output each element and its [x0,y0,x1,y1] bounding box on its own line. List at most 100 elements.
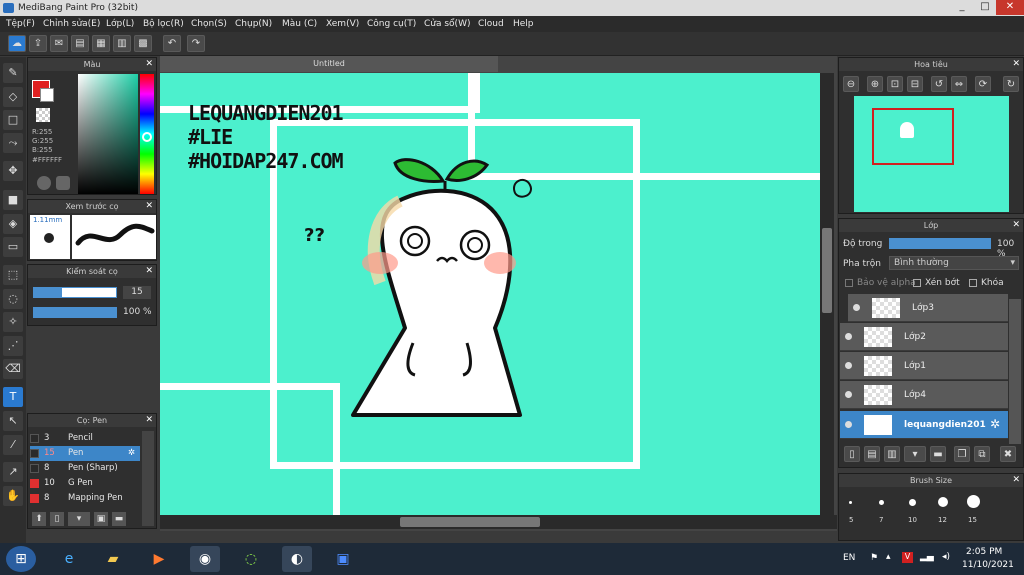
brush-folder-icon[interactable]: ▬ [112,512,126,526]
rectangle-tool-icon[interactable]: □ [3,110,23,130]
start-button-icon[interactable]: ⊞ [6,546,36,572]
size-dot-5[interactable] [849,501,852,504]
reset-rotation-icon[interactable]: ⟳ [975,76,991,92]
internet-explorer-icon[interactable]: e [54,546,84,572]
lock-checkbox[interactable] [969,279,977,287]
layer-row-lequangdien201[interactable]: lequangdien201 ✲ [840,411,1008,439]
magic-wand-tool-icon[interactable]: ✧ [3,312,23,332]
menu-view[interactable]: Xem(V) [326,16,359,32]
flip-icon[interactable]: ⇔ [951,76,967,92]
brush-settings-gear-icon[interactable]: ✲ [128,446,135,461]
tray-arrow-icon[interactable]: ▴ [886,552,891,562]
select-tool-icon[interactable]: ⬚ [3,265,23,285]
grid-icon[interactable]: ▩ [134,35,152,52]
menu-capture[interactable]: Chụp(N) [235,16,272,32]
brush-size-slider[interactable] [33,287,117,298]
eye-icon[interactable] [845,391,852,398]
brush-menu-icon[interactable]: ▾ [68,512,90,526]
volume-icon[interactable]: ◂) [942,552,950,562]
color-picker-icon[interactable] [56,176,70,190]
app-icon-green[interactable]: ◌ [236,546,266,572]
medibang-taskbar-icon[interactable]: ◐ [282,546,312,572]
move-tool-icon[interactable]: ✥ [3,161,23,181]
canvas-vertical-scrollbar[interactable] [820,73,834,515]
signal-icon[interactable]: ▂▄ [920,552,934,562]
fit-icon[interactable]: ⊡ [887,76,903,92]
zoom-icon[interactable]: ▣ [328,546,358,572]
panel-close-icon[interactable]: ✕ [145,200,153,213]
fill-rect-tool-icon[interactable]: ■ [3,190,23,210]
brush-item-pencil[interactable]: 3 Pencil [30,431,140,446]
pen-curve-tool-icon[interactable]: ⤳ [3,133,23,153]
tray-v-icon[interactable]: V [902,552,913,563]
duplicate-layer-icon[interactable]: ❐ [954,446,970,462]
layer-row-lop2[interactable]: Lớp2 [840,323,1008,351]
dropper-tool-icon[interactable]: ↗ [3,462,23,482]
panel-close-icon[interactable]: ✕ [1012,474,1020,487]
select-eraser-tool-icon[interactable]: ⌫ [3,359,23,379]
add-brush-icon[interactable]: ⬆ [32,512,46,526]
share-icon[interactable]: ⇪ [29,35,47,52]
document-icon[interactable]: ▤ [71,35,89,52]
layer-row-lop1[interactable]: Lớp1 [840,352,1008,380]
file-explorer-icon[interactable]: ▰ [98,546,128,572]
panel-close-icon[interactable]: ✕ [1012,58,1020,71]
canvas-horizontal-scrollbar[interactable] [160,515,837,529]
eye-icon[interactable] [845,362,852,369]
saturation-value-picker[interactable] [78,74,138,194]
brush-size-value[interactable]: 15 [123,286,151,299]
bucket-tool-icon[interactable]: ◈ [3,214,23,234]
menu-filter[interactable]: Bộ lọc(R) [143,16,184,32]
layer-list-scrollbar[interactable] [1009,299,1021,444]
operation-tool-icon[interactable]: ↖ [3,411,23,431]
chrome-icon[interactable]: ◉ [190,546,220,572]
rotate-left-icon[interactable]: ↺ [931,76,947,92]
navigator-thumbnail[interactable] [854,96,1009,212]
eye-icon[interactable] [853,304,860,311]
menu-layer[interactable]: Lớp(L) [106,16,134,32]
document-grid-icon[interactable]: ▥ [113,35,131,52]
size-dot-15[interactable] [967,495,980,508]
menu-select[interactable]: Chọn(S) [191,16,227,32]
layer-row-lop3[interactable]: Lớp3 [848,294,1008,322]
undo-button[interactable]: ↶ [163,35,181,52]
menu-cloud[interactable]: Cloud [478,16,504,32]
hand-tool-icon[interactable]: ✋ [3,486,23,506]
clipping-checkbox[interactable] [913,279,921,287]
horizontal-scroll-thumb[interactable] [400,517,540,527]
brush-copy-icon[interactable]: ▣ [94,512,108,526]
clock-date[interactable]: 11/10/2021 [962,560,1014,570]
redo-button[interactable]: ↷ [187,35,205,52]
zoom-out-icon[interactable]: ⊖ [843,76,859,92]
trash-icon[interactable]: ✖ [1000,446,1016,462]
zoom-in-icon[interactable]: ⊕ [867,76,883,92]
brush-item-pen[interactable]: 15 Pen ✲ [30,446,140,461]
actual-size-icon[interactable]: ⊟ [907,76,923,92]
menu-tools[interactable]: Công cụ(T) [367,16,416,32]
add-layer-menu-icon[interactable]: ▾ [904,446,926,462]
panel-close-icon[interactable]: ✕ [145,414,153,427]
maximize-button[interactable]: □ [973,0,997,15]
language-indicator[interactable]: EN [843,553,855,563]
document-tab[interactable]: Untitled [160,56,498,72]
tray-flag-icon[interactable]: ⚑ [870,553,878,563]
text-tool-icon[interactable]: T [3,387,23,407]
media-player-icon[interactable]: ▶ [144,546,174,572]
new-layer-8bit-icon[interactable]: ▤ [864,446,880,462]
menu-color[interactable]: Màu (C) [282,16,317,32]
transparent-swatch[interactable] [36,108,50,122]
select-pen-tool-icon[interactable]: ⋰ [3,336,23,356]
document-list-icon[interactable]: ▦ [92,35,110,52]
menu-file[interactable]: Tệp(F) [6,16,35,32]
rotate-right-icon[interactable]: ↻ [1003,76,1019,92]
brush-item-g-pen[interactable]: 10 G Pen [30,476,140,491]
palette-icon[interactable] [37,176,51,190]
brush-list-scrollbar[interactable] [142,431,154,526]
menu-window[interactable]: Cửa sổ(W) [424,16,470,32]
vertical-scroll-thumb[interactable] [822,228,832,313]
folder-icon[interactable]: ▬ [930,446,946,462]
brush-opacity-slider[interactable] [33,307,117,318]
background-color-swatch[interactable] [40,88,54,102]
size-dot-12[interactable] [938,497,948,507]
minimize-button[interactable]: _ [950,0,974,15]
